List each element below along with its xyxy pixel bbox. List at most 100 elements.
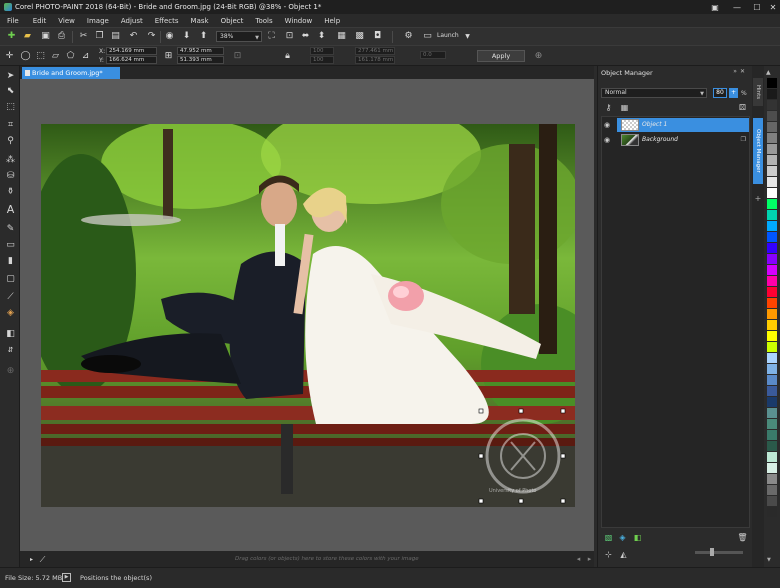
opacity-spinner-icon[interactable]: + [729, 88, 738, 98]
import-icon[interactable]: ⬇ [181, 31, 192, 42]
new-icon[interactable]: ✚ [6, 31, 17, 42]
crop-tool-icon[interactable]: ⌗ [4, 119, 17, 131]
color-swatch[interactable] [767, 155, 777, 165]
menu-image[interactable]: Image [87, 17, 109, 25]
menu-tools[interactable]: Tools [255, 17, 272, 25]
color-swatch[interactable] [767, 375, 777, 385]
color-swatch[interactable] [767, 243, 777, 253]
object-properties-icon[interactable]: ⚄ [738, 103, 747, 112]
menu-file[interactable]: File [7, 17, 19, 25]
color-swatch[interactable] [767, 331, 777, 341]
tab-object-manager[interactable]: Object Manager [753, 118, 763, 184]
delete-icon[interactable]: 🗑︎ [737, 532, 748, 543]
red-eye-tool-icon[interactable]: ⁂ [4, 154, 17, 166]
chevron-down-icon[interactable]: ▼ [462, 31, 473, 42]
export-icon[interactable]: ⬆ [198, 31, 209, 42]
fill-tool-icon[interactable]: ◈ [4, 307, 17, 319]
color-swatch[interactable] [767, 342, 777, 352]
zoom-tool-icon[interactable]: ⚲ [4, 135, 17, 147]
color-swatch[interactable] [767, 188, 777, 198]
color-swatch[interactable] [767, 287, 777, 297]
y-position-field[interactable]: 166.624 mm [106, 56, 157, 64]
rotation-field[interactable]: 0.0 [420, 51, 446, 59]
menu-view[interactable]: View [58, 17, 75, 25]
menu-window[interactable]: Window [285, 17, 313, 25]
copy-icon[interactable]: ❐ [94, 31, 105, 42]
position-icon[interactable]: ✛ [4, 51, 15, 62]
layer-options-icon[interactable]: ❐ [741, 136, 746, 143]
size-height-field[interactable]: 161.178 mm [355, 56, 395, 64]
eraser-tool-icon[interactable]: ▮ [4, 255, 17, 267]
color-swatch[interactable] [767, 199, 777, 209]
color-swatch[interactable] [767, 463, 777, 473]
blend-mode-select[interactable]: Normal ▼ [601, 88, 707, 98]
menu-object[interactable]: Object [221, 17, 244, 25]
create-mask-icon[interactable]: ◧ [632, 532, 643, 543]
rectangle-tool-icon[interactable]: ▭ [4, 239, 17, 251]
pick-tool-icon[interactable]: ➤ [4, 70, 17, 82]
clone-tool-icon[interactable]: ⛁ [4, 170, 17, 182]
color-drop-strip[interactable]: ▸ ⟋ Drag colors (or objects) here to sto… [20, 551, 594, 567]
window-menu-icon[interactable]: ▣ [704, 0, 726, 14]
arrow-right-icon[interactable]: ▸ [26, 554, 37, 565]
color-swatch[interactable] [767, 441, 777, 451]
width-field[interactable]: 47.952 mm [177, 47, 224, 55]
document-tab[interactable]: Bride and Groom.jpg* [22, 67, 120, 79]
color-swatch[interactable] [767, 452, 777, 462]
color-swatch[interactable] [767, 276, 777, 286]
zoom-height-icon[interactable]: ⬍ [316, 31, 327, 42]
paint-tool-icon[interactable]: ✎ [4, 223, 17, 235]
color-swatch[interactable] [767, 507, 777, 517]
color-swatches-icon[interactable]: ◧ [4, 328, 17, 340]
add-docker-icon[interactable]: + [753, 194, 763, 204]
mask-marquee-icon[interactable]: ▦ [336, 31, 347, 42]
skew-icon[interactable]: ▱ [50, 51, 61, 62]
layer-row-background[interactable]: ◉ Background ❐ [602, 133, 749, 147]
opacity-field[interactable]: 80 [713, 88, 727, 98]
undo-icon[interactable]: ↶ [128, 31, 139, 42]
color-swatch[interactable] [767, 122, 777, 132]
mask-overlay-icon[interactable]: ▩ [354, 31, 365, 42]
photo-image[interactable]: University of Photo [41, 124, 575, 507]
color-swatch[interactable] [767, 298, 777, 308]
distort-icon[interactable]: ⬠ [65, 51, 76, 62]
object-pick-tool-icon[interactable]: ⬉ [4, 85, 17, 97]
swap-colors-icon[interactable]: ⇵ [4, 344, 17, 356]
combine-icon[interactable]: ⊹ [603, 549, 614, 560]
menu-edit[interactable]: Edit [33, 17, 47, 25]
add-icon[interactable]: ⊕ [533, 51, 544, 62]
menu-help[interactable]: Help [324, 17, 340, 25]
status-play-icon[interactable]: ▶ [62, 573, 71, 582]
minimize-button[interactable]: — [726, 0, 748, 14]
color-swatch[interactable] [767, 111, 777, 121]
thumbnail-size-slider[interactable] [695, 551, 743, 554]
eyedropper-tool-icon[interactable]: ⟋ [4, 291, 17, 303]
color-swatch[interactable] [767, 419, 777, 429]
scale-y-field[interactable]: 100 [310, 56, 334, 64]
color-swatch[interactable] [767, 166, 777, 176]
relative-icon[interactable]: ⊡ [232, 51, 243, 62]
color-swatch[interactable] [767, 144, 777, 154]
color-swatch[interactable] [767, 485, 777, 495]
color-swatch[interactable] [767, 408, 777, 418]
color-swatch[interactable] [767, 397, 777, 407]
add-tool-icon[interactable]: ⊕ [4, 365, 17, 377]
color-swatch[interactable] [767, 221, 777, 231]
apply-button[interactable]: Apply [477, 50, 525, 62]
x-position-field[interactable]: 254.169 mm [106, 47, 157, 55]
eyedropper-icon[interactable]: ⟋ [37, 554, 48, 565]
perspective-icon[interactable]: ⊿ [80, 51, 91, 62]
zoom-level-select[interactable]: 38% ▼ [216, 31, 262, 42]
color-swatch[interactable] [767, 320, 777, 330]
corel-connect-icon[interactable]: ◉ [164, 31, 175, 42]
lock-icon[interactable]: 🔒︎ [282, 51, 293, 62]
lock-object-icon[interactable]: ⚷ [604, 103, 613, 112]
color-swatch[interactable] [767, 309, 777, 319]
canvas-area[interactable]: University of Photo [20, 79, 594, 551]
redo-icon[interactable]: ↷ [146, 31, 157, 42]
rotate-icon[interactable]: ◯ [20, 51, 31, 62]
color-swatch[interactable] [767, 210, 777, 220]
palette-scroll-down-icon[interactable]: ▼ [767, 557, 771, 563]
color-swatch[interactable] [767, 89, 777, 99]
tab-hints[interactable]: Hints [753, 78, 763, 106]
